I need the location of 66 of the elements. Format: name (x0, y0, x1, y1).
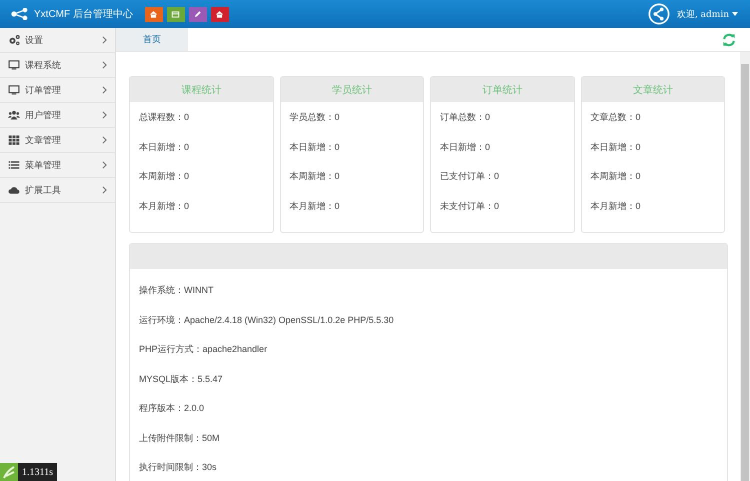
chevron-right-icon (102, 161, 107, 169)
tab[interactable]: 首页 (116, 28, 188, 51)
chevron-right-icon (102, 111, 107, 119)
stat-text: 本日新增：0 (139, 140, 190, 154)
sidebar-item[interactable]: 设置 (0, 28, 115, 53)
card-title: 订单统计 (431, 77, 574, 102)
home-icon (215, 10, 224, 18)
stat-text: 本月新增：0 (139, 200, 190, 212)
leaf-icon (0, 463, 18, 481)
card-title: 文章统计 (582, 77, 724, 102)
stat-text: 本日新增：0 (440, 140, 492, 154)
stat-text: 文章总数：0 (590, 111, 642, 124)
sidebar-item[interactable]: 菜单管理 (0, 153, 115, 178)
chevron-right-icon (102, 61, 107, 69)
grid-icon (8, 134, 20, 146)
stat-text: 本日新增：0 (590, 140, 642, 154)
quick-button[interactable] (188, 6, 207, 22)
monitor-icon (8, 84, 20, 96)
stat-text: 本周新增：0 (139, 170, 190, 183)
share-icon (648, 3, 670, 25)
info-text: MYSQL版本：5.5.47 (139, 372, 224, 386)
cloud-icon (8, 184, 20, 196)
sidebar-item[interactable]: 用户管理 (0, 103, 115, 128)
info-text: 运行环境：Apache/2.4.18 (Win32) OpenSSL/1.0.2e PHP/5.5.30 (139, 314, 395, 327)
card-title: 课程统计 (130, 77, 272, 102)
load-time: 1.1311s (18, 463, 58, 481)
info-text: PHP运行方式：apache2handler (139, 343, 268, 356)
info-text: 操作系统：WINNT (139, 284, 214, 297)
stat-text: 本周新增：0 (590, 170, 642, 183)
scrollbar-thumb[interactable] (741, 64, 749, 481)
stat-text: 本月新增：0 (290, 200, 341, 212)
stat-text: 未支付订单：0 (440, 200, 500, 212)
info-text: 执行时间限制：30s (139, 461, 218, 474)
sidebar-item[interactable]: 文章管理 (0, 128, 115, 153)
stat-text: 已支付订单：0 (440, 170, 500, 183)
home-icon (149, 10, 158, 18)
chevron-right-icon (102, 136, 107, 144)
stat-text: 本日新增：0 (290, 140, 341, 154)
quick-button[interactable] (166, 6, 185, 22)
window-icon (171, 10, 180, 18)
quick-button[interactable] (144, 6, 163, 22)
info-text: 上传附件限制：50M (139, 432, 221, 444)
refresh-icon[interactable] (722, 32, 736, 46)
users-icon (8, 109, 20, 121)
user-menu[interactable]: 欢迎, admin (676, 8, 738, 20)
app-title: YxtCMF 后台管理中心 (34, 8, 133, 21)
share-icon (11, 8, 29, 20)
sidebar-item[interactable]: 扩展工具 (0, 178, 115, 203)
stat-text: 本周新增：0 (290, 170, 341, 183)
chevron-right-icon (102, 86, 107, 94)
stat-text: 总课程数：0 (139, 111, 190, 124)
card-title: 学员统计 (280, 77, 423, 102)
sidebar-item[interactable]: 订单管理 (0, 78, 115, 103)
chevron-right-icon (102, 186, 107, 194)
stat-text: 本月新增：0 (590, 200, 642, 212)
chevron-right-icon (102, 36, 107, 44)
monitor-icon (8, 59, 20, 71)
scrollbar[interactable] (740, 52, 750, 481)
sidebar-item[interactable]: 课程系统 (0, 53, 115, 78)
gear-icon (8, 34, 20, 46)
stat-text: 学员总数：0 (290, 111, 341, 124)
quick-button[interactable] (210, 6, 229, 22)
list-icon (8, 159, 20, 171)
info-text: 程序版本：2.0.0 (139, 402, 206, 415)
stat-text: 订单总数：0 (440, 111, 492, 124)
pencil-icon (193, 10, 202, 18)
